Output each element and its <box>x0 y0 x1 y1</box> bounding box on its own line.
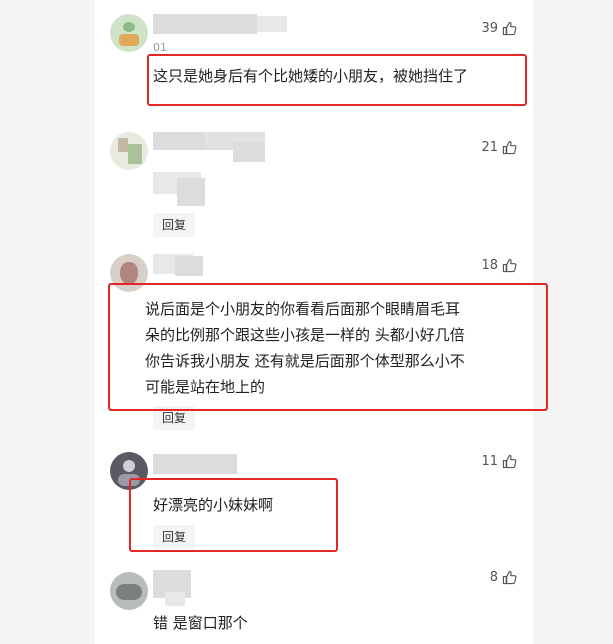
username-blurred <box>233 142 265 162</box>
like-button[interactable]: 8 <box>490 570 517 585</box>
username-blurred <box>175 256 203 276</box>
avatar[interactable] <box>110 254 148 292</box>
comment-text: 这只是她身后有个比她矮的小朋友，被她挡住了 <box>153 67 469 85</box>
like-button[interactable]: 18 <box>481 258 517 273</box>
comment-text-blurred <box>177 178 205 206</box>
reply-button[interactable]: 回复 <box>153 406 196 430</box>
like-button[interactable]: 21 <box>481 140 517 155</box>
thumbs-up-icon <box>502 454 517 469</box>
like-count: 8 <box>489 570 498 585</box>
username-blurred <box>257 16 287 32</box>
comment-text: 说后面是个小朋友的你看看后面那个眼睛眉毛耳 朵的比例那个跟这些小孩是一样的 头都… <box>145 296 465 400</box>
thumbs-up-icon <box>502 140 517 155</box>
thumbs-up-icon <box>502 258 517 273</box>
like-count: 39 <box>481 21 498 36</box>
avatar[interactable] <box>110 132 148 170</box>
comment-text-line: 可能是站在地上的 <box>145 378 266 396</box>
avatar[interactable] <box>110 572 148 610</box>
reply-button[interactable]: 回复 <box>153 213 196 237</box>
like-button[interactable]: 39 <box>481 21 517 36</box>
username-blurred <box>153 14 257 34</box>
thumbs-up-icon <box>502 21 517 36</box>
avatar[interactable] <box>110 14 148 52</box>
avatar[interactable] <box>110 452 148 490</box>
username-blurred <box>165 592 185 606</box>
thumbs-up-icon <box>502 570 517 585</box>
like-count: 18 <box>481 258 498 273</box>
comment-text-line: 朵的比例那个跟这些小孩是一样的 头都小好几倍 <box>145 326 465 344</box>
comment-text-line: 说后面是个小朋友的你看看后面那个眼睛眉毛耳 <box>145 300 461 318</box>
comment-text: 好漂亮的小妹妹啊 <box>153 496 274 514</box>
like-button[interactable]: 11 <box>481 454 517 469</box>
username-blurred <box>153 132 205 150</box>
comment-text-line: 你告诉我小朋友 还有就是后面那个体型那么小不 <box>145 352 465 370</box>
reply-button[interactable]: 回复 <box>153 525 196 549</box>
username-blurred <box>153 454 237 474</box>
comment-text: 错 是窗口那个 <box>153 614 248 632</box>
like-count: 11 <box>481 454 498 469</box>
comment-feed: 01 39 这只是她身后有个比她矮的小朋友，被她挡住了 21 回复 18 说后面… <box>95 0 533 644</box>
like-count: 21 <box>481 140 498 155</box>
comment-date: 01 <box>153 41 167 54</box>
